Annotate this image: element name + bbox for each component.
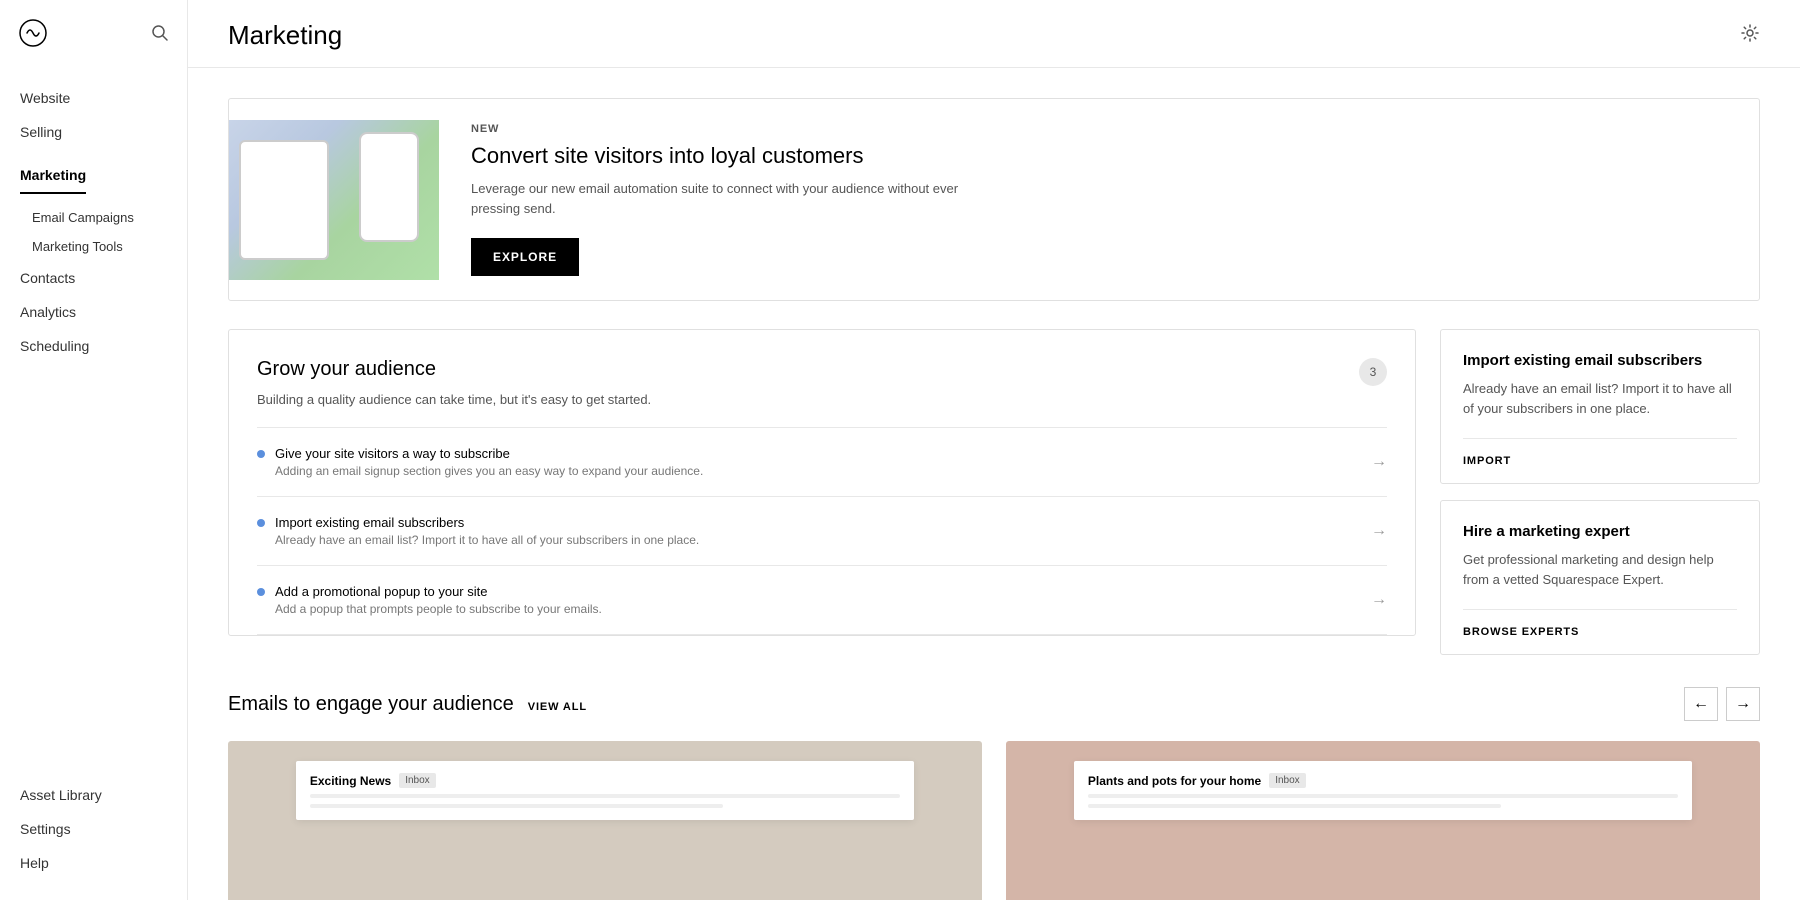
email-card-name-1: Plants and pots for your home [1088, 774, 1261, 788]
view-all-link[interactable]: VIEW ALL [528, 701, 587, 713]
email-cards: Exciting News Inbox Plants and pots for … [228, 741, 1760, 900]
main-content: NEW Convert site visitors into loyal cus… [188, 68, 1800, 900]
sidebar-item-scheduling[interactable]: Scheduling [0, 329, 187, 363]
tablet-mockup [239, 140, 329, 260]
blue-dot-2 [257, 588, 265, 596]
grow-item-title-0: Give your site visitors a way to subscri… [275, 446, 703, 461]
explore-button[interactable]: EXPLORE [471, 238, 579, 276]
main-content-area: Marketing NEW Convert site visitors into… [188, 0, 1800, 900]
banner-subtitle: Leverage our new email automation suite … [471, 179, 971, 218]
grow-item-text-0: Give your site visitors a way to subscri… [275, 446, 703, 478]
logo-icon[interactable] [18, 18, 48, 53]
grow-item-0[interactable]: Give your site visitors a way to subscri… [257, 428, 1387, 497]
grow-audience-col: Grow your audience 3 Building a quality … [228, 329, 1416, 655]
main-header: Marketing [188, 0, 1800, 68]
banner-image [229, 120, 439, 280]
emails-section: Emails to engage your audience VIEW ALL … [228, 687, 1760, 900]
blue-dot-0 [257, 450, 265, 458]
grow-item-desc-2: Add a popup that prompts people to subsc… [275, 602, 602, 616]
sidebar-item-contacts[interactable]: Contacts [0, 261, 187, 295]
grow-item-left-0: Give your site visitors a way to subscri… [257, 446, 703, 478]
sidebar-nav: Website Selling Marketing Email Campaign… [0, 71, 187, 768]
email-card-inner-1: Plants and pots for your home Inbox [1074, 761, 1692, 820]
page-title: Marketing [228, 20, 342, 51]
banner-card: NEW Convert site visitors into loyal cus… [228, 98, 1760, 301]
search-icon[interactable] [151, 24, 169, 47]
emails-title: Emails to engage your audience [228, 693, 514, 716]
banner-text: NEW Convert site visitors into loyal cus… [439, 99, 1759, 300]
grow-item-title-2: Add a promotional popup to your site [275, 584, 602, 599]
sidebar-bottom: Asset Library Settings Help [0, 768, 187, 900]
emails-nav: ← → [1684, 687, 1760, 721]
grow-item-2[interactable]: Add a promotional popup to your site Add… [257, 566, 1387, 635]
email-card-name-0: Exciting News [310, 774, 391, 788]
banner-title: Convert site visitors into loyal custome… [471, 143, 1727, 169]
browse-experts-link[interactable]: BROWSE EXPERTS [1463, 609, 1737, 654]
email-card-header-row-1: Plants and pots for your home Inbox [1088, 773, 1678, 788]
sidebar-item-selling[interactable]: Selling [0, 115, 187, 149]
emails-header: Emails to engage your audience VIEW ALL … [228, 687, 1760, 721]
sidebar-item-analytics[interactable]: Analytics [0, 295, 187, 329]
grow-item-desc-0: Adding an email signup section gives you… [275, 464, 703, 478]
sidebar-item-marketing-wrap: Marketing [0, 149, 187, 203]
gear-icon[interactable] [1740, 23, 1760, 48]
banner-new-label: NEW [471, 123, 1727, 135]
grow-item-text-2: Add a promotional popup to your site Add… [275, 584, 602, 616]
two-col-layout: Grow your audience 3 Building a quality … [228, 329, 1760, 655]
side-card-desc-0: Already have an email list? Import it to… [1463, 379, 1737, 418]
inbox-badge-1: Inbox [1269, 773, 1305, 788]
phone-mockup [359, 132, 419, 242]
side-card-title-1: Hire a marketing expert [1463, 523, 1737, 540]
grow-item-left-2: Add a promotional popup to your site Add… [257, 584, 602, 616]
sidebar-item-website[interactable]: Website [0, 81, 187, 115]
email-card-inner-0: Exciting News Inbox [296, 761, 914, 820]
import-link[interactable]: IMPORT [1463, 438, 1737, 483]
emails-next-button[interactable]: → [1726, 687, 1760, 721]
arrow-right-0: → [1371, 453, 1387, 471]
sidebar: Website Selling Marketing Email Campaign… [0, 0, 188, 900]
side-card-1: Hire a marketing expert Get professional… [1440, 500, 1760, 655]
sidebar-item-email-campaigns[interactable]: Email Campaigns [0, 203, 187, 232]
grow-items: Give your site visitors a way to subscri… [257, 427, 1387, 635]
grow-item-text-1: Import existing email subscribers Alread… [275, 515, 699, 547]
grow-subtitle: Building a quality audience can take tim… [257, 392, 1387, 407]
sidebar-item-settings[interactable]: Settings [0, 812, 187, 846]
sidebar-item-help[interactable]: Help [0, 846, 187, 880]
grow-header: Grow your audience 3 [257, 358, 1387, 386]
grow-item-left-1: Import existing email subscribers Alread… [257, 515, 699, 547]
grow-audience-card: Grow your audience 3 Building a quality … [228, 329, 1416, 636]
grow-title: Grow your audience [257, 358, 436, 381]
grow-badge: 3 [1359, 358, 1387, 386]
right-col: Import existing email subscribers Alread… [1440, 329, 1760, 655]
arrow-right-1: → [1371, 522, 1387, 540]
email-card-1[interactable]: Plants and pots for your home Inbox [1006, 741, 1760, 900]
emails-title-area: Emails to engage your audience VIEW ALL [228, 693, 587, 716]
emails-prev-button[interactable]: ← [1684, 687, 1718, 721]
sidebar-item-asset-library[interactable]: Asset Library [0, 778, 187, 812]
sidebar-header [0, 0, 187, 71]
inbox-badge-0: Inbox [399, 773, 435, 788]
sidebar-item-marketing-tools[interactable]: Marketing Tools [0, 232, 187, 261]
email-card-0[interactable]: Exciting News Inbox [228, 741, 982, 900]
side-card-desc-1: Get professional marketing and design he… [1463, 550, 1737, 589]
email-card-header-row-0: Exciting News Inbox [310, 773, 900, 788]
grow-item-desc-1: Already have an email list? Import it to… [275, 533, 699, 547]
sidebar-item-marketing[interactable]: Marketing [20, 158, 86, 194]
grow-item-1[interactable]: Import existing email subscribers Alread… [257, 497, 1387, 566]
blue-dot-1 [257, 519, 265, 527]
grow-item-title-1: Import existing email subscribers [275, 515, 699, 530]
arrow-right-2: → [1371, 591, 1387, 609]
side-card-title-0: Import existing email subscribers [1463, 352, 1737, 369]
side-card-0: Import existing email subscribers Alread… [1440, 329, 1760, 484]
